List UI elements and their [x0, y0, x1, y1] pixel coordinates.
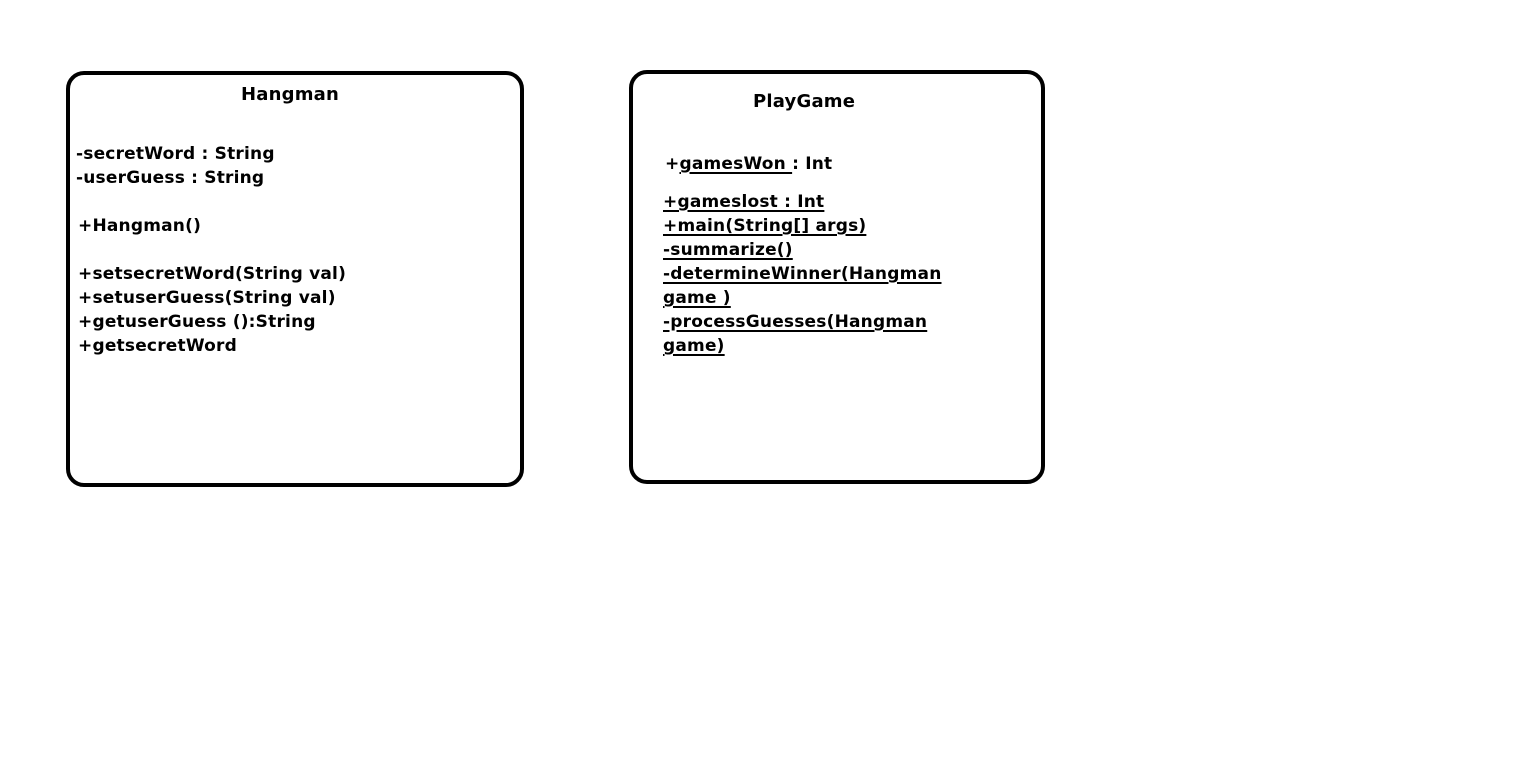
- games-won-type: : Int: [792, 154, 833, 174]
- hangman-field-user-guess: -userGuess : String: [76, 168, 265, 188]
- hangman-method-set-user-guess: +setuserGuess(String val): [78, 288, 336, 308]
- games-won-name: gamesWon: [679, 154, 793, 174]
- playgame-method-summarize: -summarize(): [663, 240, 793, 260]
- games-won-prefix: +: [665, 154, 680, 174]
- playgame-method-process-guesses-line2: game): [663, 336, 725, 356]
- hangman-method-get-user-guess: +getuserGuess ():String: [78, 312, 316, 332]
- playgame-class-title: PlayGame: [753, 91, 856, 112]
- hangman-method-get-secret-word: +getsecretWord: [78, 336, 238, 356]
- playgame-method-process-guesses-line1: -processGuesses(Hangman: [663, 312, 928, 332]
- hangman-field-secret-word: -secretWord : String: [76, 144, 275, 164]
- playgame-field-games-lost: +gameslost : Int: [663, 192, 825, 212]
- hangman-class-title: Hangman: [241, 84, 340, 105]
- playgame-method-determine-winner-line2: game ): [663, 288, 731, 308]
- playgame-method-main: +main(String[] args): [663, 216, 867, 236]
- playgame-method-determine-winner-line1: -determineWinner(Hangman: [663, 264, 942, 284]
- hangman-method-set-secret-word: +setsecretWord(String val): [78, 264, 347, 284]
- playgame-field-games-won: +gamesWon : Int: [665, 153, 832, 175]
- hangman-constructor: +Hangman(): [78, 216, 202, 236]
